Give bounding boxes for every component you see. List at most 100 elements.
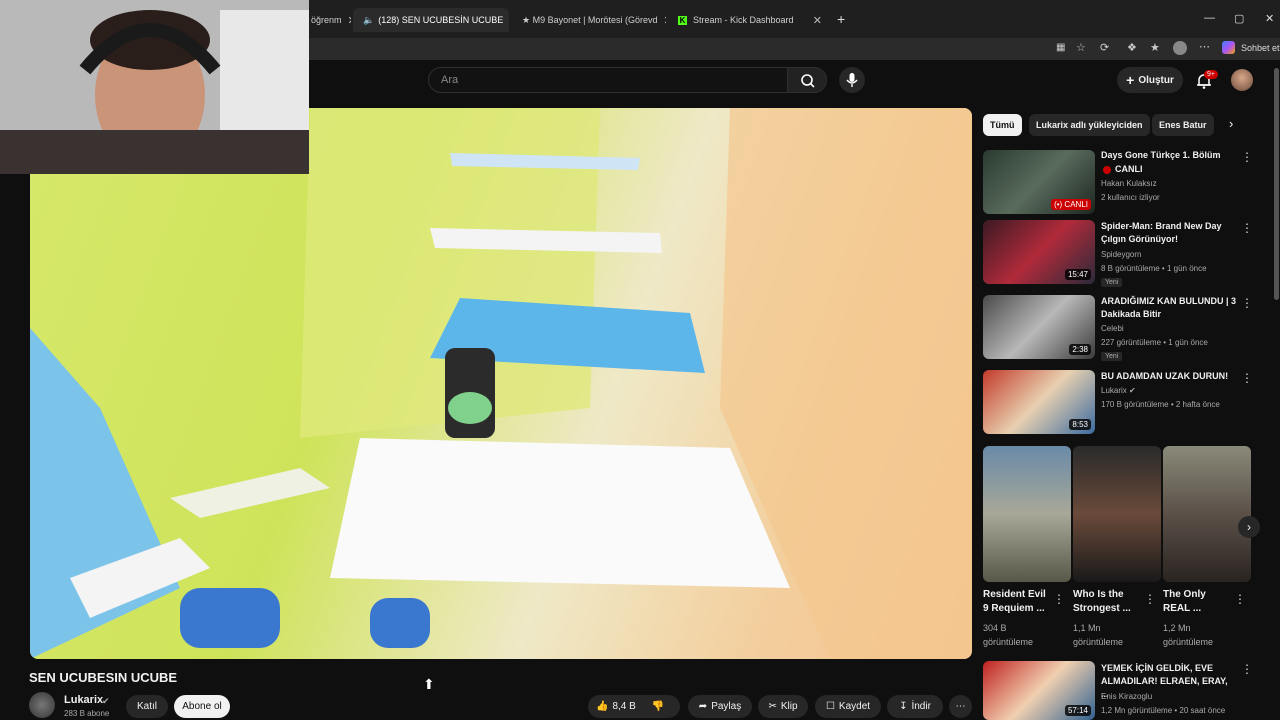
short-title[interactable]: Who Is the Strongest ...	[1073, 588, 1131, 616]
subscribe-button[interactable]: Abone ol	[174, 695, 230, 718]
search-input[interactable]: Ara	[428, 67, 788, 93]
short-title-line: The Only	[1163, 589, 1206, 600]
extensions-icon[interactable]: ❖	[1127, 41, 1137, 54]
close-icon[interactable]: ✕	[807, 14, 828, 27]
scrollbar[interactable]	[1274, 68, 1279, 300]
voice-search-button[interactable]	[839, 67, 865, 93]
kick-icon: K	[678, 15, 687, 25]
tab-label: ★ M9 Bayonet | Morötesi (Görevd	[522, 14, 658, 25]
more-options-icon[interactable]: ⋮	[1241, 150, 1253, 164]
clip-button[interactable]: ✂ Klip	[758, 695, 808, 718]
live-dot-icon	[1103, 166, 1111, 174]
short-title[interactable]: The Only REAL ...	[1163, 588, 1206, 616]
maximize-icon[interactable]: ▢	[1234, 12, 1244, 25]
video-thumbnail[interactable]: 2:38	[983, 295, 1095, 359]
video-thumbnail[interactable]: (•) CANLI	[983, 150, 1095, 214]
tab-youtube-video[interactable]: 🔈 (128) SEN UCUBESİN UCUBE ✕	[353, 8, 509, 32]
search-icon	[801, 74, 815, 88]
streamer-image	[0, 0, 309, 174]
subscriber-count: 283 B abone	[64, 709, 110, 718]
video-player[interactable]	[30, 108, 972, 659]
video-title[interactable]: ARADIĞIMIZ KAN BULUNDU | 3 Dakikada Biti…	[1101, 295, 1236, 321]
share-label: Paylaş	[711, 701, 742, 712]
short-thumbnail[interactable]	[983, 446, 1071, 582]
new-tab-button[interactable]: +	[837, 11, 845, 27]
filter-chip-from-uploader[interactable]: Lukarix adlı yükleyiciden	[1029, 114, 1150, 136]
tab-m9-bayonet[interactable]: ★ M9 Bayonet | Morötesi (Görevd ✕	[514, 8, 666, 32]
like-count[interactable]: 8,4 B	[612, 701, 635, 712]
short-views-line: görüntüleme	[983, 637, 1034, 647]
more-actions-icon[interactable]: ⋯	[949, 695, 972, 718]
video-thumbnail[interactable]: 8:53	[983, 370, 1095, 434]
short-views: 304 B görüntüleme	[983, 621, 1033, 649]
short-views-line: 1,2 Mn	[1163, 623, 1191, 633]
minimize-icon[interactable]: —	[1204, 12, 1215, 24]
video-duration: 2:38	[1069, 344, 1091, 355]
more-menu-icon[interactable]: ⋯	[1199, 40, 1210, 53]
download-button[interactable]: ↧ İndir	[887, 695, 943, 718]
chat-button[interactable]: Sohbet et	[1241, 43, 1280, 53]
refresh-icon[interactable]: ⟳	[1100, 41, 1109, 54]
user-avatar[interactable]	[1231, 69, 1253, 91]
video-frame	[30, 108, 972, 659]
video-thumbnail[interactable]: 57:14	[983, 661, 1095, 720]
tab-learning[interactable]: öğrenm ✕	[309, 8, 351, 32]
short-title-line: Strongest ...	[1073, 603, 1131, 614]
more-options-icon[interactable]: ⋮	[1234, 592, 1246, 606]
more-options-icon[interactable]: ⋮	[1241, 296, 1253, 310]
short-views-line: görüntüleme	[1073, 637, 1124, 647]
short-views: 1,1 Mn görüntüleme	[1073, 621, 1123, 649]
download-label: İndir	[911, 701, 931, 712]
create-button[interactable]: + Oluştur	[1117, 67, 1183, 93]
webcam-overlay	[0, 0, 309, 174]
share-icon: ➦	[698, 701, 708, 712]
short-views: 1,2 Mn görüntüleme	[1163, 621, 1213, 649]
channel-name[interactable]: Celebi	[1101, 322, 1241, 336]
filter-chip-all[interactable]: Tümü	[983, 114, 1022, 136]
more-options-icon[interactable]: ⋮	[1053, 592, 1065, 606]
video-title: SEN UCUBESIN UCUBE	[29, 670, 178, 685]
filter-chip-enes-batur[interactable]: Enes Batur	[1152, 114, 1214, 136]
join-button[interactable]: Katıl	[126, 695, 168, 718]
channel-avatar[interactable]	[29, 692, 55, 718]
favorite-star-icon[interactable]: ☆	[1076, 41, 1086, 54]
close-icon[interactable]: ✕	[657, 14, 666, 27]
channel-name[interactable]: Lukarix	[64, 694, 103, 706]
video-thumbnail[interactable]: 15:47	[983, 220, 1095, 284]
channel-name[interactable]: Lukarix	[1101, 384, 1241, 398]
apps-icon[interactable]: ▦	[1056, 42, 1065, 53]
close-icon[interactable]: ✕	[503, 14, 509, 27]
shorts-next-button[interactable]: ›	[1238, 516, 1260, 538]
thumbs-down-icon[interactable]: 👎	[652, 701, 664, 712]
search-button[interactable]	[787, 67, 827, 93]
channel-name[interactable]: Spideygorn	[1101, 248, 1241, 262]
short-thumbnail[interactable]	[1163, 446, 1251, 582]
video-title[interactable]: Spider-Man: Brand New Day Çılgın Görünüy…	[1101, 220, 1236, 246]
chevron-right-icon[interactable]: ›	[1229, 116, 1233, 131]
short-title[interactable]: Resident Evil 9 Requiem ...	[983, 588, 1046, 616]
tab-kick-dashboard[interactable]: K Stream - Kick Dashboard ✕	[674, 8, 828, 32]
short-views-line: 1,1 Mn	[1073, 623, 1101, 633]
video-title[interactable]: BU ADAMDAN UZAK DURUN!	[1101, 370, 1236, 383]
channel-name[interactable]: Hakan Kulaksız	[1101, 177, 1241, 191]
short-views-line: 304 B	[983, 623, 1007, 633]
video-duration: 57:14	[1064, 705, 1091, 716]
window-close-icon[interactable]: ✕	[1265, 12, 1274, 25]
new-badge: Yeni	[1101, 278, 1123, 287]
more-options-icon[interactable]: ⋮	[1144, 592, 1156, 606]
more-options-icon[interactable]: ⋮	[1241, 221, 1253, 235]
close-icon[interactable]: ✕	[342, 14, 351, 27]
more-options-icon[interactable]: ⋮	[1241, 662, 1253, 676]
short-title-line: REAL ...	[1163, 603, 1202, 614]
tab-label: (128) SEN UCUBESİN UCUBE	[378, 15, 504, 25]
collections-icon[interactable]: ★	[1150, 41, 1160, 54]
profile-avatar[interactable]	[1173, 41, 1187, 55]
channel-name[interactable]: Enis Kirazoglu	[1101, 690, 1241, 704]
video-title[interactable]: Days Gone Türkçe 1. Bölüm	[1101, 149, 1236, 162]
share-button[interactable]: ➦ Paylaş	[688, 695, 752, 718]
short-thumbnail[interactable]	[1073, 446, 1161, 582]
thumbs-up-icon[interactable]: 👍	[596, 701, 608, 712]
speaker-icon[interactable]: 🔈	[363, 15, 374, 26]
save-button[interactable]: ☐ Kaydet	[815, 695, 881, 718]
more-options-icon[interactable]: ⋮	[1241, 371, 1253, 385]
